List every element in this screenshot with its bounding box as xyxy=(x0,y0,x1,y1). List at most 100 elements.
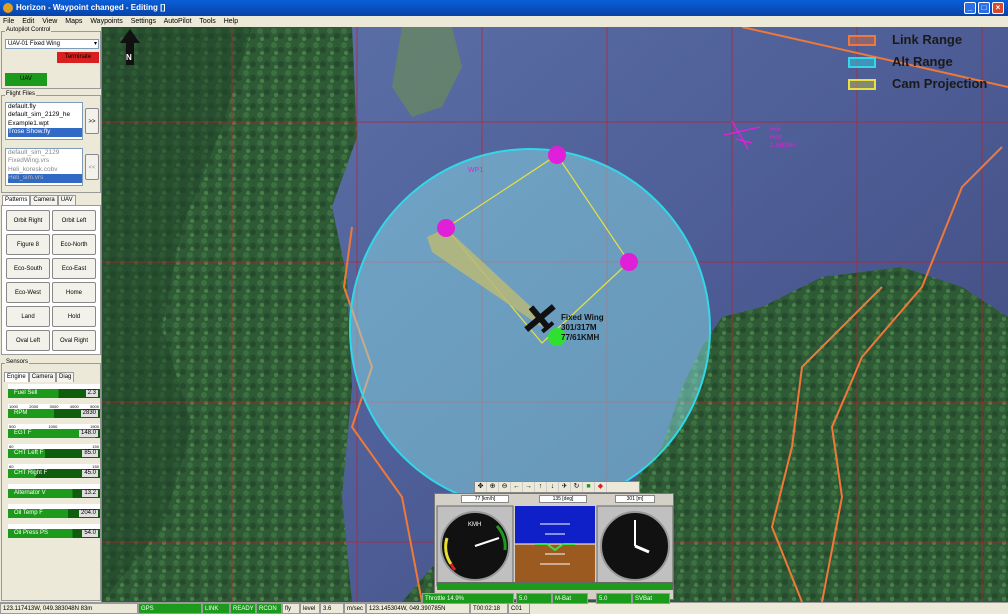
tab-diag[interactable]: Diag xyxy=(56,372,75,382)
layers-icon[interactable]: ■ xyxy=(583,482,595,492)
sensor-gauge: Oil Temp F 204.0 xyxy=(8,504,100,519)
menu-tools[interactable]: Tools xyxy=(199,18,215,25)
oval-right-button[interactable]: Oval Right xyxy=(52,330,96,351)
minimize-button[interactable]: _ xyxy=(964,2,976,14)
hold-button[interactable]: Hold xyxy=(52,306,96,327)
waypoint-tag: WP1 xyxy=(468,167,483,174)
sensor-bar: Alternator V 13.2 xyxy=(8,489,100,498)
sensor-label: Alternator V xyxy=(14,490,46,496)
sensor-gauge: 60 150 CHT Right F 45.0 xyxy=(8,464,100,479)
uav-select[interactable]: UAV-01 Fixed Wing ▾ xyxy=(5,39,99,49)
list-item[interactable]: Heli_sim.vrs xyxy=(8,174,82,183)
aircraft-label-alt: 301/317M xyxy=(561,323,597,332)
left-panel: Autopilot Control UAV-01 Fixed Wing ▾ Te… xyxy=(0,27,102,602)
sensor-tabs: Engine Camera Diag xyxy=(4,372,75,382)
tab-camera[interactable]: Camera xyxy=(30,195,58,205)
mbat-label: M-Bat xyxy=(552,593,588,604)
unload-file-button[interactable]: << xyxy=(85,154,99,180)
list-item[interactable]: default_sim_2129_he xyxy=(8,111,82,119)
sensor-label: Oil Press PS xyxy=(14,530,49,536)
terminate-button[interactable]: Terminate xyxy=(57,52,99,63)
sensor-bar: CHT Right F 45.0 xyxy=(8,469,100,478)
sensor-label: Oil Temp F xyxy=(14,510,43,516)
heading-header: 135 [deg] xyxy=(539,495,587,503)
waypoint-marker[interactable] xyxy=(620,253,638,271)
menu-file[interactable]: File xyxy=(3,18,14,25)
horizon-sky xyxy=(515,506,595,544)
maximize-button[interactable]: □ xyxy=(978,2,990,14)
orbit-right-button[interactable]: Orbit Right xyxy=(6,210,50,231)
menu-view[interactable]: View xyxy=(42,18,57,25)
patterns-panel: Orbit Right Orbit Left Figure 8 Eco-Nort… xyxy=(1,205,101,355)
figure-8-button[interactable]: Figure 8 xyxy=(6,234,50,255)
arrow-left-icon[interactable]: ← xyxy=(511,482,523,492)
sensor-value: 2.3 xyxy=(85,390,98,397)
sensors-group: Sensors Engine Camera Diag Fuel Sell 2.3 100… xyxy=(1,359,102,601)
menu-maps[interactable]: Maps xyxy=(65,18,82,25)
tab-engine[interactable]: Engine xyxy=(4,372,29,382)
tab-uav[interactable]: UAV xyxy=(57,195,76,205)
autopilot-group-title: Autopilot Control xyxy=(5,27,52,33)
level-label: level xyxy=(300,603,320,614)
sensor-bar: RPM 2830 xyxy=(8,409,100,418)
flight-file-list[interactable]: default.fly default_sim_2129_he Example1… xyxy=(5,102,83,140)
legend-link-range: Link Range xyxy=(848,33,962,47)
close-button[interactable]: × xyxy=(992,2,1004,14)
menu-edit[interactable]: Edit xyxy=(22,18,34,25)
list-item[interactable]: FixedWing.vrs xyxy=(8,157,82,165)
load-file-button[interactable]: >> xyxy=(85,108,99,134)
heli-label-mode: Hold xyxy=(770,135,782,141)
oval-left-button[interactable]: Oval Left xyxy=(6,330,50,351)
eco-south-button[interactable]: Eco-South xyxy=(6,258,50,279)
heli-tool-icon[interactable]: ✈ xyxy=(559,482,571,492)
sensor-list: Fuel Sell 2.3 1000 2000 3000 4000 5000 RPM 2830 5… xyxy=(2,384,102,564)
menu-settings[interactable]: Settings xyxy=(131,18,156,25)
gps-status: GPS xyxy=(138,603,202,614)
sensor-value: 45.0 xyxy=(82,470,98,477)
link-status: LINK xyxy=(202,603,230,614)
level-value: 3.6 xyxy=(320,603,344,614)
eco-east-button[interactable]: Eco-East xyxy=(52,258,96,279)
legend-label: Cam Projection xyxy=(892,76,988,91)
sensor-bar: Oil Temp F 204.0 xyxy=(8,509,100,518)
patterns-tabs: Patterns Camera UAV xyxy=(2,195,76,205)
sensor-gauge: 1000 2000 3000 4000 5000 RPM 2830 xyxy=(8,404,100,419)
tab-patterns[interactable]: Patterns xyxy=(2,195,31,205)
menu-autopilot[interactable]: AutoPilot xyxy=(164,18,192,25)
uav-select-value: UAV-01 Fixed Wing xyxy=(8,41,60,47)
waypoint-marker[interactable] xyxy=(548,146,566,164)
record-icon[interactable]: ◆ xyxy=(595,482,607,492)
sensor-label: Fuel Sell xyxy=(14,390,38,396)
list-item[interactable]: Example1.wpt xyxy=(8,120,82,128)
home-button[interactable]: Home xyxy=(52,282,96,303)
refresh-icon[interactable]: ↻ xyxy=(571,482,583,492)
zoom-out-icon[interactable]: ⊖ xyxy=(499,482,511,492)
sensor-gauge: Oil Press PS 54.0 xyxy=(8,524,100,539)
list-item[interactable]: Heli_koresk.cobv xyxy=(8,166,82,174)
arrow-down-icon[interactable]: ↓ xyxy=(547,482,559,492)
sensor-gauge: 500 1000 1500 EGT F 148.0 xyxy=(8,424,100,439)
eco-west-button[interactable]: Eco-West xyxy=(6,282,50,303)
uav-button[interactable]: UAV xyxy=(5,73,47,86)
list-item[interactable]: default_sim_2129 xyxy=(8,149,82,157)
menu-help[interactable]: Help xyxy=(224,18,238,25)
pan-icon[interactable]: ✥ xyxy=(475,482,487,492)
land-button[interactable]: Land xyxy=(6,306,50,327)
sensor-value: 13.2 xyxy=(82,490,98,497)
eco-north-button[interactable]: Eco-North xyxy=(52,234,96,255)
menu-waypoints[interactable]: Waypoints xyxy=(90,18,122,25)
vehicle-file-list[interactable]: default_sim_2129 FixedWing.vrs Heli_kore… xyxy=(5,148,83,186)
svbat-value: 5.0 xyxy=(596,593,632,604)
tab-sensor-camera[interactable]: Camera xyxy=(28,372,57,382)
sensor-label: EGT F xyxy=(14,430,32,436)
orbit-left-button[interactable]: Orbit Left xyxy=(52,210,96,231)
sensors-title: Sensors xyxy=(5,359,30,365)
arrow-up-icon[interactable]: ↑ xyxy=(535,482,547,492)
list-item[interactable]: Trose Show.fly xyxy=(8,128,82,137)
map-toolbar: ✥ ⊕ ⊖ ← → ↑ ↓ ✈ ↻ ■ ◆ xyxy=(474,481,640,493)
flight-files-group: Flight Files default.fly default_sim_212… xyxy=(1,91,101,193)
list-item[interactable]: default.fly xyxy=(8,103,82,111)
arrow-right-icon[interactable]: → xyxy=(523,482,535,492)
waypoint-marker[interactable] xyxy=(437,219,455,237)
zoom-in-icon[interactable]: ⊕ xyxy=(487,482,499,492)
